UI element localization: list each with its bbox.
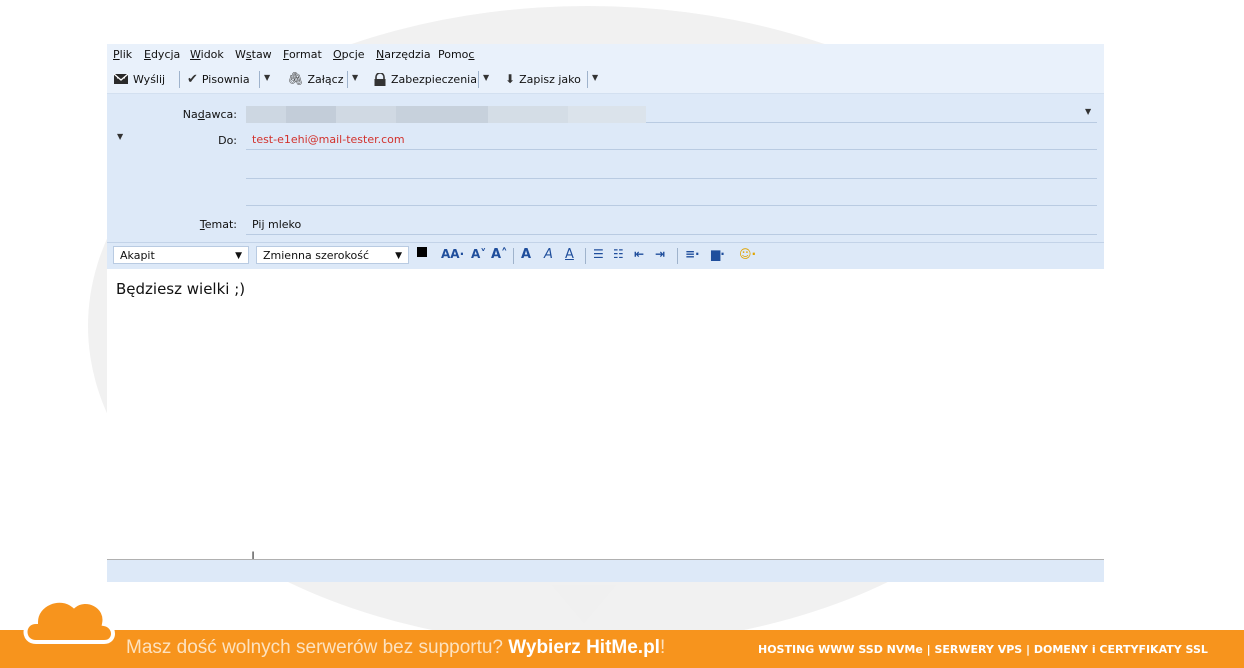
separator (478, 71, 479, 88)
separator (677, 248, 678, 264)
font-size-icon[interactable]: AA· (441, 247, 464, 261)
menu-options[interactable]: Opcje (333, 48, 365, 61)
font-select[interactable]: Zmienna szerokość ▼ (256, 246, 409, 264)
menu-edit[interactable]: Edycja (144, 48, 180, 61)
subject-value: Pij mleko (252, 218, 302, 231)
attach-button[interactable]: 🖇 Załącz (287, 71, 343, 87)
to-label: Do: (218, 134, 237, 147)
menu-bar: Plik Edycja Widok Wstaw Format Opcje Nar… (107, 44, 1104, 66)
menu-format[interactable]: Format (283, 48, 322, 61)
status-bar (107, 559, 1104, 582)
security-button[interactable]: Zabezpieczenia (373, 71, 477, 87)
separator (513, 248, 514, 264)
separator (259, 71, 260, 88)
sender-dropdown-arrow[interactable]: ▼ (1085, 107, 1091, 116)
indent-icon[interactable]: ⇥ (655, 247, 665, 261)
menu-view[interactable]: Widok (190, 48, 224, 61)
recipient-row-2[interactable] (246, 156, 1097, 179)
checkmark-icon: ✔ (187, 71, 198, 87)
menu-file[interactable]: Plik (113, 48, 132, 61)
menu-tools[interactable]: Narzędzia (376, 48, 431, 61)
smaller-font-icon[interactable]: A˅ (471, 247, 486, 261)
separator (587, 71, 588, 88)
italic-icon[interactable]: A (544, 247, 553, 262)
down-arrow-icon: ⬇ (505, 72, 516, 86)
send-icon (113, 73, 129, 84)
toolbar: Wyślij ✔ Pisownia ▼ 🖇 Załącz ▼ Zabezpiec… (107, 66, 1104, 94)
message-body[interactable]: Będziesz wielki ;) (116, 280, 245, 298)
separator (179, 71, 180, 88)
promo-text[interactable]: Masz dość wolnych serwerów bez supportu?… (126, 637, 665, 659)
send-button[interactable]: Wyślij (113, 71, 165, 87)
attach-label: Załącz (307, 72, 344, 86)
recipient-type-dropdown[interactable]: ▼ (117, 132, 123, 141)
subject-field[interactable]: Pij mleko (246, 212, 1097, 235)
numbered-list-icon[interactable]: ☷ (613, 247, 624, 261)
align-icon[interactable]: ≡· (685, 247, 700, 261)
save-as-dropdown-arrow[interactable]: ▼ (592, 73, 598, 82)
underline-icon[interactable]: A (565, 247, 574, 262)
compose-window: Plik Edycja Widok Wstaw Format Opcje Nar… (107, 44, 1104, 582)
smiley-icon[interactable]: ☺· (739, 247, 756, 261)
sender-address-redacted (246, 106, 646, 123)
to-field[interactable]: test-e1ehi@mail-tester.com (246, 127, 1097, 150)
separator (585, 248, 586, 264)
paragraph-style-select[interactable]: Akapit ▼ (113, 246, 249, 264)
lock-icon (374, 72, 386, 86)
send-label: Wyślij (133, 72, 166, 86)
chevron-down-icon: ▼ (395, 251, 402, 261)
separator (347, 71, 348, 88)
spelling-button[interactable]: ✔ Pisownia (187, 71, 250, 87)
insert-image-icon[interactable]: ▆· (711, 247, 725, 261)
recipient-row-3[interactable] (246, 183, 1097, 206)
background-triangle (552, 585, 616, 623)
save-as-label: Zapisz jako (519, 72, 581, 86)
larger-font-icon[interactable]: A˄ (491, 247, 508, 262)
format-toolbar: Akapit ▼ Zmienna szerokość ▼ AA· A˅ A˄ A A… (107, 242, 1104, 269)
spelling-label: Pisownia (201, 72, 250, 86)
save-as-button[interactable]: ⬇ Zapisz jako (505, 71, 581, 87)
bullet-list-icon[interactable]: ☰ (593, 247, 604, 261)
recipient-address: test-e1ehi@mail-tester.com (252, 133, 405, 146)
services-list: HOSTING WWW SSD NVMe | SERWERY VPS | DOM… (758, 643, 1208, 656)
security-label: Zabezpieczenia (391, 72, 477, 86)
outdent-icon[interactable]: ⇤ (634, 247, 644, 261)
cloud-logo-icon (23, 598, 115, 644)
spelling-dropdown-arrow[interactable]: ▼ (264, 73, 270, 82)
paperclip-icon: 🖇 (287, 71, 304, 87)
chevron-down-icon: ▼ (235, 251, 242, 261)
subject-label: Temat: (199, 218, 237, 231)
attach-dropdown-arrow[interactable]: ▼ (352, 73, 358, 82)
menu-insert[interactable]: Wstaw (235, 48, 272, 61)
bold-icon[interactable]: A (521, 247, 531, 262)
security-dropdown-arrow[interactable]: ▼ (483, 73, 489, 82)
text-color-icon[interactable] (417, 247, 427, 257)
sender-label: Nadawca: (182, 108, 237, 121)
menu-help[interactable]: Pomoc (438, 48, 474, 61)
